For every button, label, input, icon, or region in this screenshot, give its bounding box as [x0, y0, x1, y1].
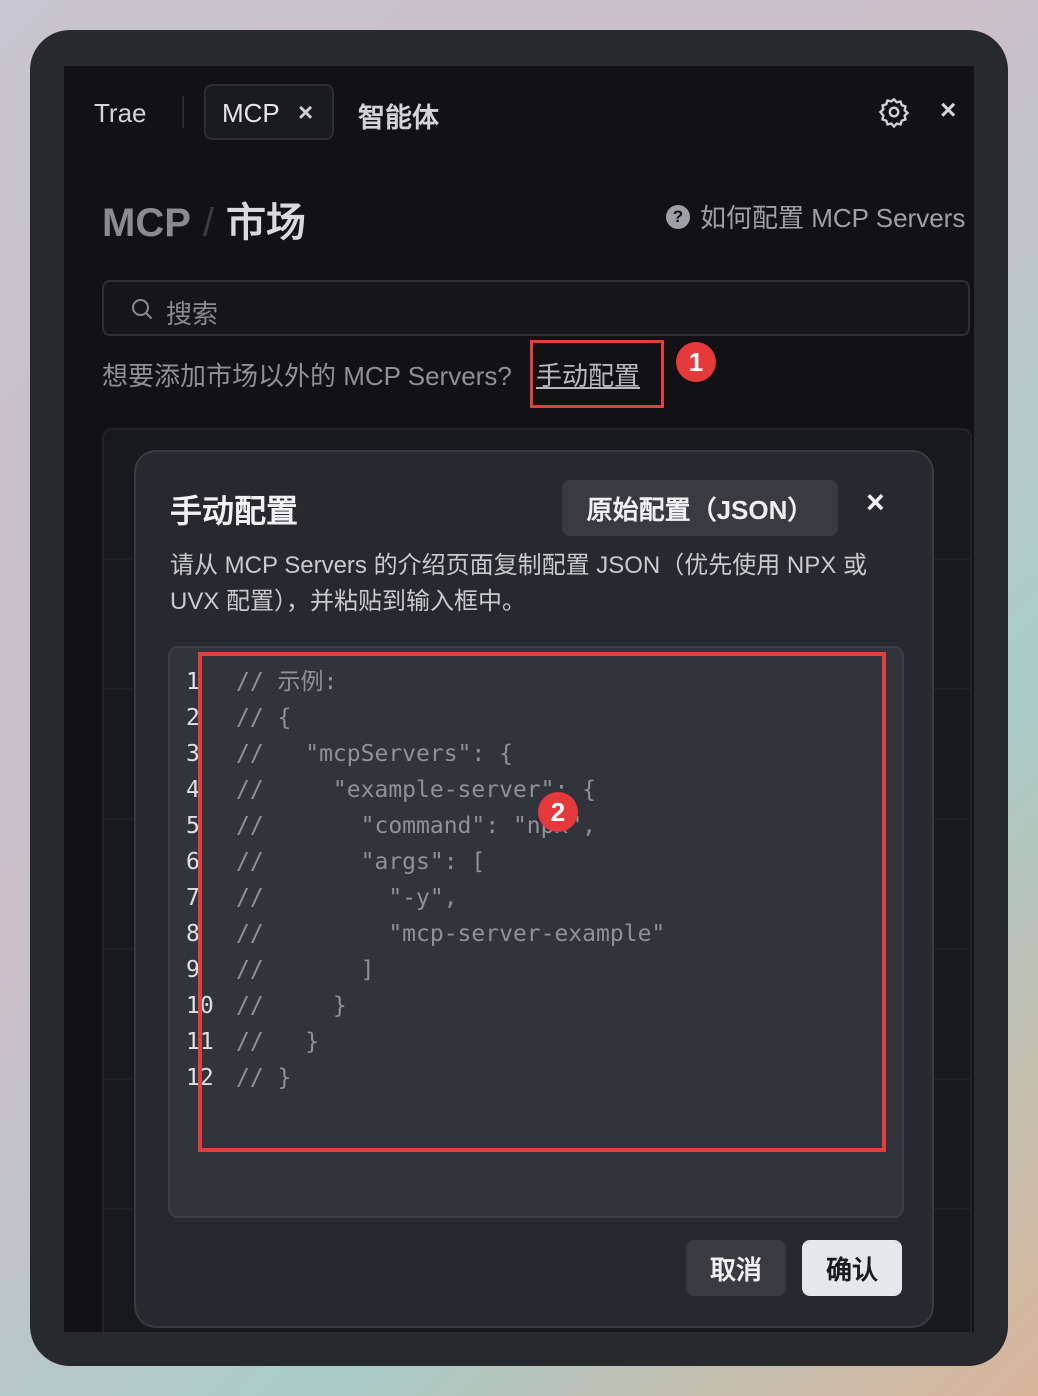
- page-title: 市场: [226, 201, 307, 245]
- cancel-button[interactable]: 取消: [686, 1240, 786, 1296]
- breadcrumb-separator: /: [202, 201, 215, 245]
- manual-config-dialog: 手动配置 原始配置（JSON） × 请从 MCP Servers 的介绍页面复制…: [134, 450, 934, 1328]
- step-badge-1: 1: [676, 342, 716, 382]
- breadcrumb-mcp[interactable]: MCP: [102, 201, 191, 245]
- highlight-box-2: [198, 652, 886, 1152]
- dialog-description: 请从 MCP Servers 的介绍页面复制配置 JSON（优先使用 NPX 或…: [170, 552, 867, 615]
- highlight-box-1: [530, 340, 664, 408]
- manual-config-hint: 想要添加市场以外的 MCP Servers?: [102, 361, 512, 391]
- search-placeholder: 搜索: [166, 299, 219, 329]
- close-panel-icon[interactable]: ×: [940, 94, 956, 126]
- gear-icon[interactable]: [878, 96, 910, 128]
- tab-mcp[interactable]: MCP ×: [204, 84, 334, 140]
- help-link[interactable]: ? 如何配置 MCP Servers: [666, 198, 965, 235]
- tab-bar: Trae MCP × 智能体 ×: [64, 84, 974, 140]
- close-icon[interactable]: ×: [866, 484, 885, 521]
- tab-divider: [182, 96, 184, 128]
- tab-mcp-label: MCP: [222, 98, 280, 128]
- search-icon: [132, 299, 153, 320]
- dialog-title: 手动配置: [170, 493, 299, 529]
- tab-trae[interactable]: Trae: [94, 98, 147, 129]
- tab-close-icon[interactable]: ×: [298, 97, 313, 128]
- raw-json-button[interactable]: 原始配置（JSON）: [562, 480, 838, 536]
- question-icon: ?: [666, 204, 690, 229]
- tab-agent[interactable]: 智能体: [358, 96, 439, 135]
- help-label: 如何配置 MCP Servers: [700, 203, 966, 233]
- breadcrumb: MCP / 市场: [102, 190, 306, 248]
- step-badge-2: 2: [538, 792, 578, 832]
- search-input[interactable]: 搜索: [102, 280, 970, 336]
- confirm-button[interactable]: 确认: [802, 1240, 902, 1296]
